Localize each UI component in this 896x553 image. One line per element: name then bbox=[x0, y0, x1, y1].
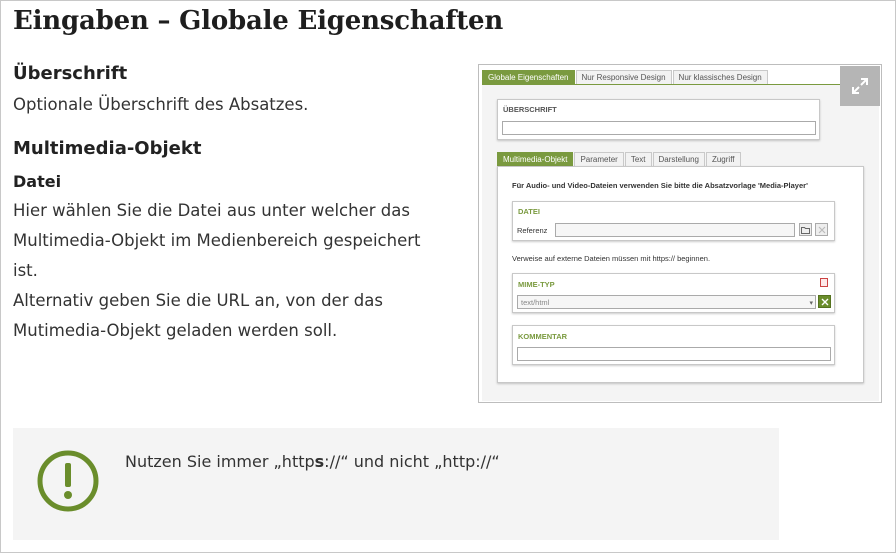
tab-responsive-design: Nur Responsive Design bbox=[575, 70, 672, 85]
tab-parameter: Parameter bbox=[574, 152, 624, 167]
tab-zugriff: Zugriff bbox=[705, 152, 741, 167]
heading-multimedia-objekt: Multimedia-Objekt bbox=[13, 138, 202, 159]
ueberschrift-input bbox=[502, 121, 816, 135]
notice-text-suffix: ://“ und nicht „http://“ bbox=[324, 452, 500, 471]
warning-icon bbox=[37, 450, 99, 512]
notice-text-prefix: Nutzen Sie immer „http bbox=[125, 452, 315, 471]
datei-description-line: Mutimedia-Objekt geladen werden soll. bbox=[13, 321, 338, 340]
ueberschrift-box: ÜBERSCHRIFT bbox=[497, 99, 820, 140]
folder-icon bbox=[799, 223, 812, 236]
extern-note: Verweise auf externe Dateien müssen mit … bbox=[512, 254, 711, 263]
datei-description-line: ist. bbox=[13, 261, 38, 280]
tab-globale-eigenschaften: Globale Eigenschaften bbox=[482, 70, 575, 85]
document-icon bbox=[820, 278, 828, 287]
mime-box: MIME-TYP text/html ▾ bbox=[512, 273, 835, 313]
expand-icon bbox=[852, 78, 868, 94]
ueberschrift-label: ÜBERSCHRIFT bbox=[503, 105, 557, 114]
clear-icon bbox=[815, 223, 828, 236]
mime-value: text/html bbox=[521, 298, 550, 307]
datei-description-line: Alternativ geben Sie die URL an, von der… bbox=[13, 291, 383, 310]
kommentar-input bbox=[517, 347, 831, 361]
tab-multimedia-objekt: Multimedia-Objekt bbox=[497, 152, 574, 167]
notice-text: Nutzen Sie immer „https://“ und nicht „h… bbox=[125, 452, 500, 471]
mime-label: MIME-TYP bbox=[518, 280, 555, 289]
notice-text-bold: s bbox=[314, 452, 325, 471]
kommentar-box: KOMMENTAR bbox=[512, 325, 835, 365]
multimedia-box: Für Audio- und Video-Dateien verwenden S… bbox=[497, 166, 864, 383]
kommentar-label: KOMMENTAR bbox=[518, 332, 568, 341]
top-tab-bar: Globale Eigenschaften Nur Responsive Des… bbox=[482, 70, 769, 85]
chevron-down-icon: ▾ bbox=[809, 299, 813, 307]
page-title: Eingaben – Globale Eigenschaften bbox=[13, 6, 504, 36]
heading-ueberschrift: Überschrift bbox=[13, 63, 128, 84]
tab-klassisches-design: Nur klassisches Design bbox=[672, 70, 768, 85]
datei-description-line: Hier wählen Sie die Datei aus unter welc… bbox=[13, 201, 410, 220]
datei-description-line: Multimedia-Objekt im Medienbereich gespe… bbox=[13, 231, 421, 250]
tab-darstellung: Darstellung bbox=[652, 152, 705, 167]
info-text: Für Audio- und Video-Dateien verwenden S… bbox=[512, 181, 808, 190]
tab-text: Text bbox=[624, 152, 652, 167]
referenz-input bbox=[555, 223, 795, 237]
notice-box: Nutzen Sie immer „https://“ und nicht „h… bbox=[13, 428, 779, 540]
datei-box: DATEI Referenz bbox=[512, 201, 835, 241]
sub-tab-bar: Multimedia-Objekt Parameter Text Darstel… bbox=[497, 152, 742, 167]
heading-datei: Datei bbox=[13, 172, 62, 191]
referenz-label: Referenz bbox=[517, 226, 548, 235]
ueberschrift-description: Optionale Überschrift des Absatzes. bbox=[13, 95, 309, 114]
datei-label: DATEI bbox=[518, 207, 540, 216]
mime-select: text/html ▾ bbox=[517, 295, 816, 309]
settings-panel: ÜBERSCHRIFT Multimedia-Objekt Parameter … bbox=[482, 85, 879, 401]
expand-button[interactable] bbox=[840, 66, 880, 106]
settings-screenshot[interactable]: Globale Eigenschaften Nur Responsive Des… bbox=[478, 64, 882, 403]
clear-icon bbox=[818, 295, 831, 308]
